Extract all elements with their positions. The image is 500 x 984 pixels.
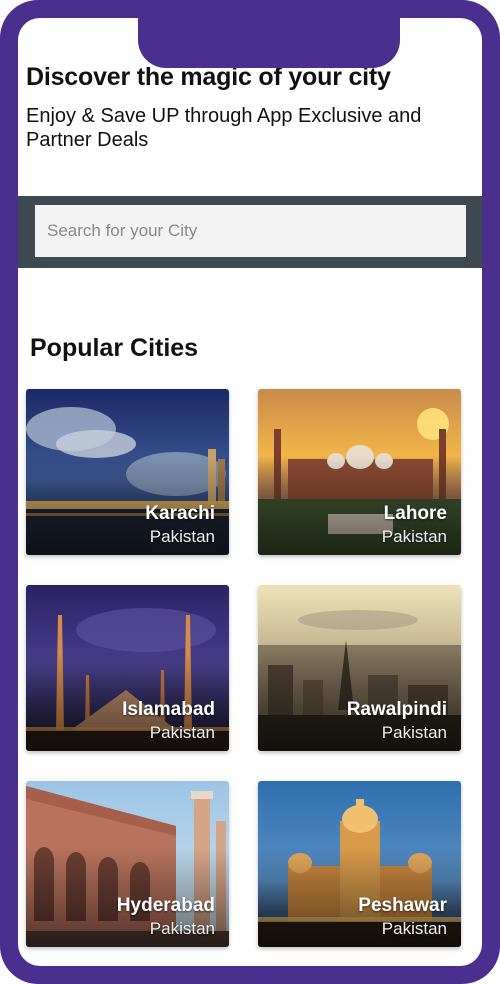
city-name: Karachi bbox=[145, 503, 215, 524]
city-name: Islamabad bbox=[122, 699, 215, 720]
city-country: Pakistan bbox=[381, 723, 447, 742]
city-name: Peshawar bbox=[358, 895, 447, 916]
page-subtitle: Enjoy & Save UP through App Exclusive an… bbox=[26, 105, 422, 151]
phone-notch bbox=[138, 18, 400, 68]
city-country: Pakistan bbox=[381, 919, 447, 938]
city-country: Pakistan bbox=[381, 527, 447, 546]
phone-frame: Discover the magic of your city Enjoy & … bbox=[0, 0, 500, 984]
city-country: Pakistan bbox=[149, 919, 215, 938]
city-card-islamabad[interactable]: Islamabad Pakistan bbox=[26, 585, 229, 751]
app-screen: Discover the magic of your city Enjoy & … bbox=[18, 18, 482, 966]
city-name: Lahore bbox=[383, 503, 447, 524]
city-card-rawalpindi[interactable]: Rawalpindi Pakistan bbox=[258, 585, 461, 751]
city-name: Rawalpindi bbox=[346, 699, 447, 720]
popular-cities-title: Popular Cities bbox=[30, 334, 199, 362]
city-card-hyderabad[interactable]: Hyderabad Pakistan bbox=[26, 781, 229, 947]
city-name: Hyderabad bbox=[116, 895, 215, 916]
city-country: Pakistan bbox=[149, 527, 215, 546]
city-card-karachi[interactable]: Karachi Pakistan bbox=[26, 389, 229, 555]
city-card-peshawar[interactable]: Peshawar Pakistan bbox=[258, 781, 461, 947]
search-bar bbox=[18, 196, 482, 268]
city-card-lahore[interactable]: Lahore Pakistan bbox=[258, 389, 461, 555]
city-search-input[interactable] bbox=[35, 205, 466, 257]
city-country: Pakistan bbox=[149, 723, 215, 742]
